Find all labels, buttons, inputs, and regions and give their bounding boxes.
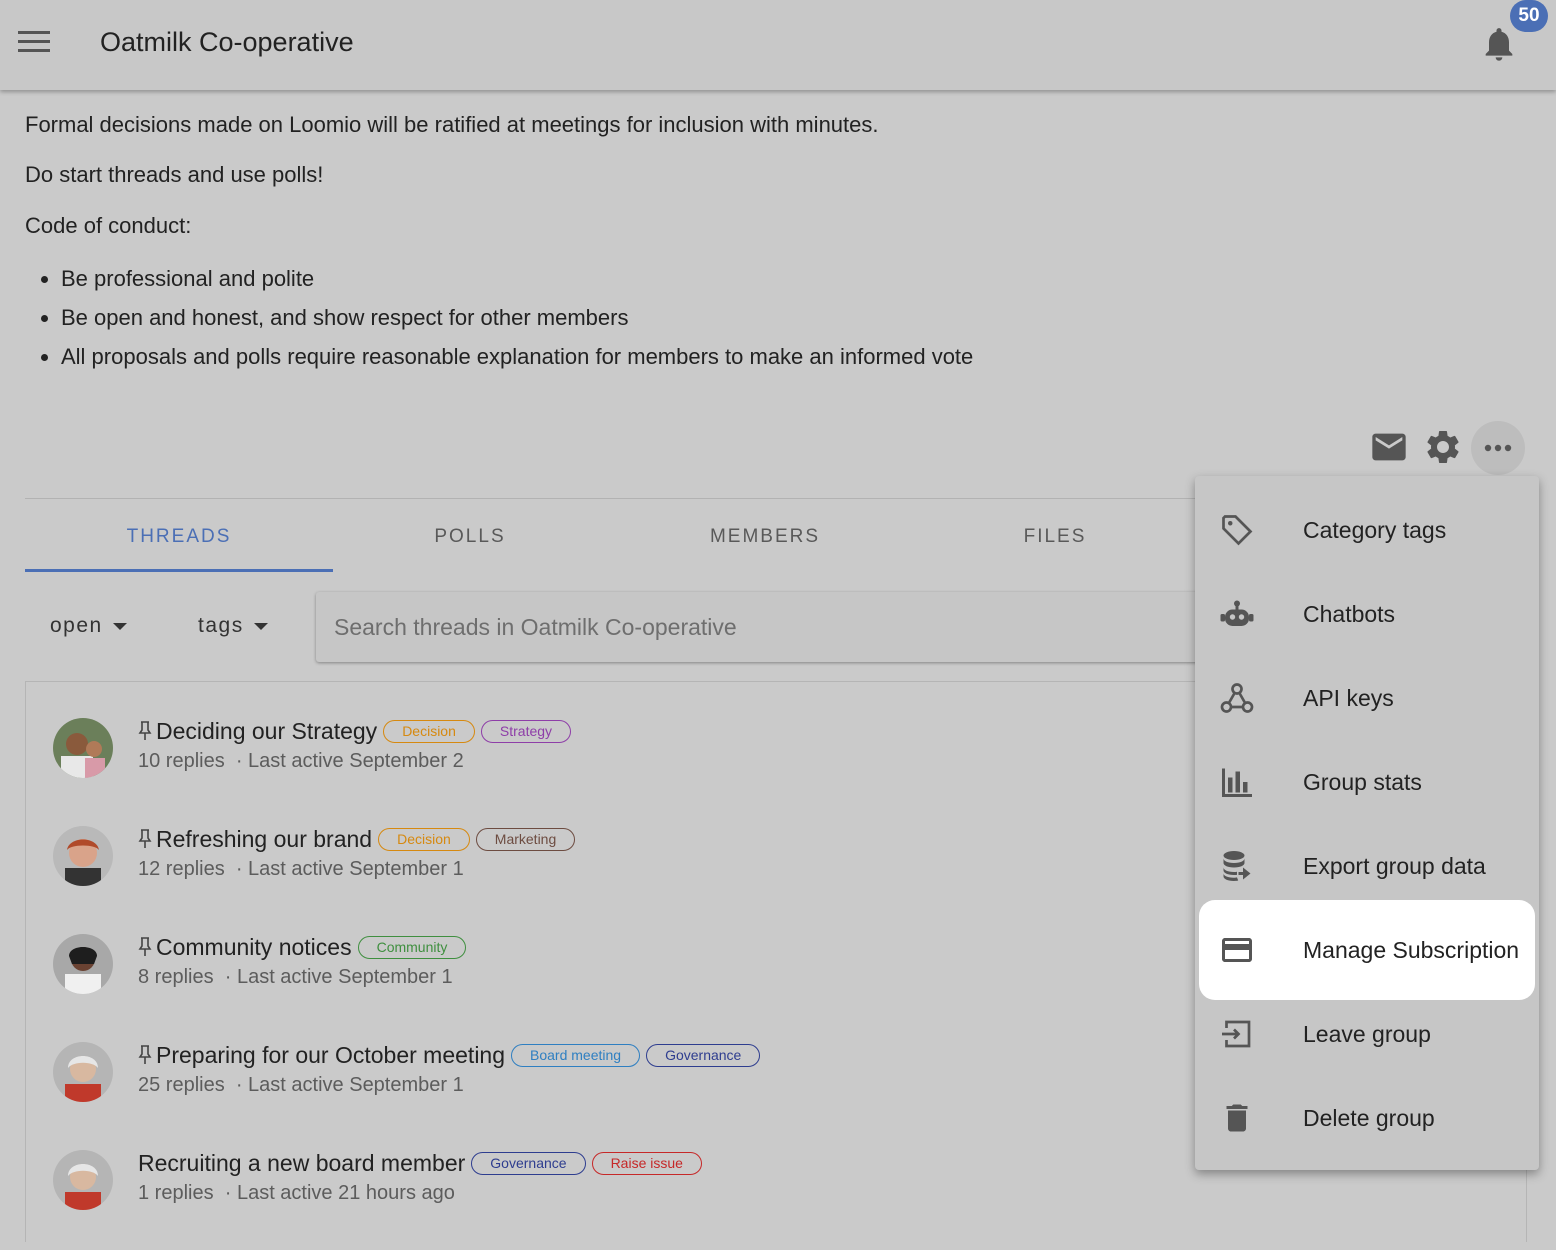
- webhook-icon: [1220, 683, 1254, 713]
- menu-item-leave-group[interactable]: Leave group: [1195, 992, 1539, 1076]
- avatar: [53, 826, 113, 886]
- reply-count: 25 replies: [138, 1074, 225, 1096]
- notification-count-badge: 50: [1510, 0, 1548, 32]
- tag-badge[interactable]: Governance: [646, 1044, 761, 1067]
- menu-item-manage-subscription[interactable]: Manage Subscription: [1199, 900, 1535, 1000]
- notification-bell-icon[interactable]: [1479, 24, 1519, 64]
- menu-item-label: Category tags: [1303, 517, 1447, 543]
- hamburger-menu-icon[interactable]: [18, 31, 50, 55]
- divider: [25, 498, 1200, 499]
- gear-icon[interactable]: [1423, 427, 1463, 467]
- code-of-conduct-list: Be professional and polite Be open and h…: [25, 250, 973, 369]
- tab-threads[interactable]: THREADS: [79, 526, 279, 548]
- database-export-icon: [1223, 851, 1251, 881]
- thread-title-text: Community notices: [156, 934, 352, 960]
- thread-meta: 8 replies · Last active September 1: [138, 966, 453, 989]
- reply-count: 8 replies: [138, 966, 214, 988]
- tab-polls[interactable]: POLLS: [370, 526, 570, 548]
- tag-badge[interactable]: Decision: [383, 720, 475, 743]
- exit-icon: [1222, 1020, 1251, 1048]
- credit-card-icon: [1222, 938, 1252, 962]
- thread-title[interactable]: Recruiting a new board member Governance R…: [138, 1150, 702, 1177]
- menu-item-api-keys[interactable]: API keys: [1195, 656, 1539, 740]
- more-horizontal-icon: [1484, 444, 1512, 452]
- caret-down-icon: [253, 622, 268, 630]
- menu-item-label: Export group data: [1303, 853, 1486, 879]
- tag-badge[interactable]: Community: [357, 936, 467, 959]
- thread-search: [316, 592, 1216, 662]
- last-active: · Last active September 2: [235, 750, 464, 772]
- thread-meta: 25 replies · Last active September 1: [138, 1074, 464, 1097]
- thread-title-text: Recruiting a new board member: [138, 1150, 466, 1176]
- mail-icon[interactable]: [1369, 427, 1409, 467]
- last-active: · Last active 21 hours ago: [224, 1182, 455, 1204]
- tag-icon: [1222, 515, 1253, 546]
- thread-title[interactable]: Refreshing our brand Decision Marketing: [138, 826, 576, 853]
- tab-members[interactable]: MEMBERS: [665, 526, 865, 548]
- avatar: [53, 1042, 113, 1102]
- avatar: [53, 718, 113, 778]
- thread-title-text: Deciding our Strategy: [156, 718, 378, 744]
- trash-icon: [1226, 1104, 1248, 1132]
- menu-item-category-tags[interactable]: Category tags: [1195, 488, 1539, 572]
- tag-badge[interactable]: Marketing: [475, 828, 576, 851]
- pin-icon: [138, 721, 152, 740]
- thread-meta: 1 replies · Last active 21 hours ago: [138, 1182, 455, 1205]
- menu-item-label: Manage Subscription: [1303, 937, 1520, 963]
- pin-icon: [138, 937, 152, 956]
- thread-title-text: Refreshing our brand: [156, 826, 373, 852]
- pin-icon: [138, 829, 152, 848]
- thread-title[interactable]: Deciding our Strategy Decision Strategy: [138, 718, 572, 745]
- reply-count: 10 replies: [138, 750, 225, 772]
- menu-item-delete-group[interactable]: Delete group: [1195, 1076, 1539, 1160]
- avatar: [53, 1150, 113, 1210]
- menu-item-label: Delete group: [1303, 1105, 1435, 1131]
- group-title: Oatmilk Co-operative: [100, 27, 354, 57]
- bar-chart-icon: [1222, 768, 1252, 797]
- menu-item-export-group-data[interactable]: Export group data: [1195, 824, 1539, 908]
- description-paragraph: Code of conduct:: [25, 213, 192, 238]
- list-item: Be professional and polite: [61, 250, 973, 291]
- search-input[interactable]: [316, 592, 1194, 662]
- tab-files[interactable]: FILES: [955, 526, 1155, 548]
- status-filter-label: open: [50, 614, 103, 637]
- list-item: Be open and honest, and show respect for…: [61, 289, 973, 330]
- tag-badge[interactable]: Governance: [471, 1152, 586, 1175]
- active-tab-indicator: [25, 569, 333, 572]
- avatar: [53, 934, 113, 994]
- menu-item-label: Group stats: [1303, 769, 1422, 795]
- menu-item-label: Leave group: [1303, 1021, 1431, 1047]
- last-active: · Last active September 1: [235, 1074, 464, 1096]
- list-item: All proposals and polls require reasonab…: [61, 328, 973, 369]
- thread-meta: 10 replies · Last active September 2: [138, 750, 464, 773]
- menu-item-chatbots[interactable]: Chatbots: [1195, 572, 1539, 656]
- status-filter-dropdown[interactable]: open: [50, 614, 127, 638]
- thread-meta: 12 replies · Last active September 1: [138, 858, 464, 881]
- thread-title-text: Preparing for our October meeting: [156, 1042, 506, 1068]
- more-options-button[interactable]: [1471, 421, 1525, 475]
- last-active: · Last active September 1: [224, 966, 453, 988]
- group-options-menu: Category tags Chatbots API keys Group st…: [1195, 476, 1539, 1170]
- tags-filter-dropdown[interactable]: tags: [198, 614, 268, 638]
- tags-filter-label: tags: [198, 614, 244, 637]
- pin-icon: [138, 1045, 152, 1064]
- description-paragraph: Formal decisions made on Loomio will be …: [25, 112, 879, 137]
- thread-title[interactable]: Preparing for our October meeting Board m…: [138, 1042, 761, 1069]
- reply-count: 1 replies: [138, 1182, 214, 1204]
- menu-item-label: API keys: [1303, 685, 1394, 711]
- last-active: · Last active September 1: [235, 858, 464, 880]
- reply-count: 12 replies: [138, 858, 225, 880]
- tag-badge[interactable]: Raise issue: [591, 1152, 702, 1175]
- tag-badge[interactable]: Board meeting: [511, 1044, 641, 1067]
- thread-title[interactable]: Community notices Community: [138, 934, 467, 961]
- menu-item-label: Chatbots: [1303, 601, 1396, 627]
- tag-badge[interactable]: Decision: [378, 828, 470, 851]
- robot-icon: [1220, 600, 1254, 626]
- menu-item-group-stats[interactable]: Group stats: [1195, 740, 1539, 824]
- tag-badge[interactable]: Strategy: [480, 720, 572, 743]
- app-bar: Oatmilk Co-operative 50: [0, 0, 1556, 90]
- caret-down-icon: [112, 622, 127, 630]
- description-paragraph: Do start threads and use polls!: [25, 162, 324, 187]
